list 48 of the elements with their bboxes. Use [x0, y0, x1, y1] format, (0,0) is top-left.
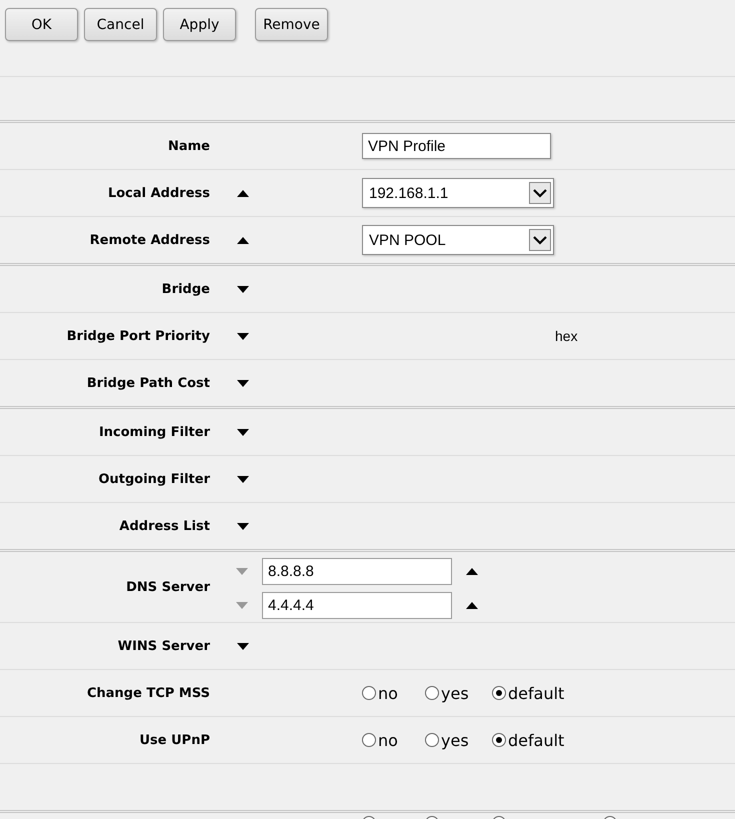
radio-button[interactable] — [425, 686, 439, 700]
field-label: Address List — [119, 518, 210, 534]
toggle-arrow-icon[interactable] — [237, 190, 249, 196]
toolbar-button[interactable]: Cancel — [84, 8, 157, 41]
field-label: Incoming Filter — [98, 424, 210, 440]
toggle-arrow-icon[interactable] — [237, 286, 249, 292]
radio-label: no — [378, 684, 398, 702]
field-label: Bridge Port Priority — [66, 328, 210, 344]
field-label: WINS Server — [118, 638, 210, 654]
toggle-arrow-icon[interactable] — [237, 332, 249, 340]
radio-label: default — [508, 684, 564, 702]
field-label: Change TCP MSS — [86, 686, 210, 700]
field-label: Use UPnP — [139, 732, 210, 748]
radio-label: yes — [441, 730, 469, 750]
toggle-arrow-icon[interactable] — [237, 476, 249, 482]
toggle-arrow-icon[interactable] — [237, 380, 249, 386]
field-label: Outgoing Filter — [98, 472, 210, 486]
toggle-arrow-icon[interactable] — [237, 428, 249, 436]
dns-server-field[interactable]: 8.8.8.8 — [262, 558, 452, 585]
radio-label: yes — [441, 684, 469, 702]
add-arrow-icon[interactable] — [466, 602, 478, 609]
toolbar-button[interactable]: Apply — [163, 8, 236, 41]
dropdown-field[interactable]: VPN POOL — [362, 225, 554, 255]
field-label: DNS Server — [126, 580, 210, 594]
radio-button[interactable] — [362, 733, 376, 747]
toggle-arrow-icon[interactable] — [237, 236, 249, 244]
radio-label: default — [508, 730, 564, 750]
radio-label: no — [378, 730, 398, 750]
chevron-down-icon[interactable] — [529, 229, 551, 251]
dropdown-field[interactable]: 192.168.1.1 — [362, 178, 554, 208]
field-label: Bridge Path Cost — [86, 376, 210, 390]
field-label: Name — [168, 138, 210, 154]
toggle-arrow-icon[interactable] — [237, 522, 249, 530]
dns-server-field[interactable]: 4.4.4.4 — [262, 592, 452, 619]
field-label: Bridge — [162, 282, 210, 296]
radio-button[interactable] — [362, 686, 376, 700]
field-label: Local Address — [108, 186, 210, 200]
name-field[interactable]: VPN Profile — [362, 133, 551, 159]
add-arrow-icon[interactable] — [466, 568, 478, 575]
radio-button[interactable] — [425, 733, 439, 747]
unit-label: hex — [555, 328, 578, 344]
radio-button[interactable] — [492, 733, 506, 747]
toolbar-button[interactable]: Remove — [255, 8, 328, 41]
radio-button[interactable] — [492, 686, 506, 700]
chevron-down-icon[interactable] — [529, 182, 551, 204]
toggle-arrow-icon[interactable] — [237, 642, 249, 650]
toolbar-button[interactable]: OK — [5, 8, 78, 41]
field-label: Remote Address — [90, 232, 210, 248]
